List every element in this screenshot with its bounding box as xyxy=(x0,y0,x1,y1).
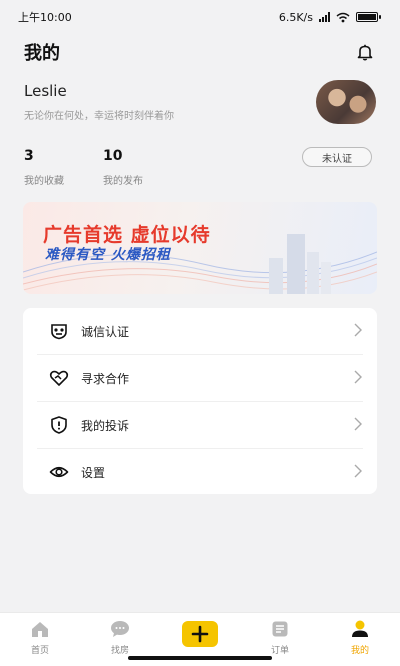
tab-find-house[interactable]: 找房 xyxy=(90,619,150,659)
stat-favorites-label: 我的收藏 xyxy=(24,176,64,187)
menu-item-cooperation[interactable]: 寻求合作 xyxy=(23,355,377,401)
page-header: 我的 xyxy=(24,38,376,66)
ad-banner[interactable]: 广告首选 虚位以待 难得有空 火爆招租 xyxy=(23,202,377,294)
tab-orders[interactable]: 订单 xyxy=(250,619,310,659)
home-icon xyxy=(29,619,51,639)
wifi-icon xyxy=(336,12,350,22)
status-time: 上午10:00 xyxy=(18,11,72,24)
signal-icon xyxy=(319,12,330,22)
plus-icon xyxy=(191,625,209,643)
banner-subline: 难得有空 火爆招租 xyxy=(45,247,171,263)
tab-label: 找房 xyxy=(110,646,129,656)
status-indicators: 6.5K/s xyxy=(278,10,381,24)
order-icon xyxy=(269,619,291,639)
user-motto: 无论你在何处，幸运将时刻伴着你 xyxy=(24,111,174,122)
menu-item-label: 我的投诉 xyxy=(81,419,130,433)
tab-label: 首页 xyxy=(30,646,49,656)
menu-item-settings[interactable]: 设置 xyxy=(23,449,377,495)
menu-item-label: 设置 xyxy=(81,466,106,480)
chevron-right-icon xyxy=(354,370,362,384)
tab-label: 订单 xyxy=(270,646,289,656)
menu-card: 诚信认证 寻求合作 我的投诉 设置 xyxy=(23,308,377,494)
status-bar: 上午10:00 6.5K/s xyxy=(0,0,400,34)
battery-icon xyxy=(356,12,381,22)
stat-favorites[interactable]: 3 我的收藏 xyxy=(24,148,64,187)
chevron-right-icon xyxy=(354,464,362,478)
eye-settings-icon xyxy=(49,466,69,478)
home-indicator xyxy=(128,656,272,660)
menu-item-label: 寻求合作 xyxy=(81,372,130,386)
banner-headline: 广告首选 虚位以待 xyxy=(43,224,211,246)
chat-icon xyxy=(109,619,131,639)
stat-posts-label: 我的发布 xyxy=(103,176,143,187)
menu-item-label: 诚信认证 xyxy=(81,325,130,339)
username[interactable]: Leslie xyxy=(24,82,67,100)
verify-status-badge[interactable]: 未认证 xyxy=(302,147,372,167)
avatar[interactable] xyxy=(316,80,376,124)
user-icon xyxy=(349,619,371,639)
page-title: 我的 xyxy=(24,43,60,64)
chevron-right-icon xyxy=(354,417,362,431)
chevron-right-icon xyxy=(354,323,362,337)
stat-posts-value: 10 xyxy=(103,148,123,164)
complaint-icon xyxy=(51,416,67,434)
publish-plus-button[interactable] xyxy=(182,621,218,647)
tab-home[interactable]: 首页 xyxy=(10,619,70,659)
menu-item-complaint[interactable]: 我的投诉 xyxy=(23,402,377,448)
credit-icon xyxy=(51,324,67,340)
stat-favorites-value: 3 xyxy=(24,148,34,164)
menu-item-credit[interactable]: 诚信认证 xyxy=(23,308,377,354)
net-speed: 6.5K/s xyxy=(278,10,313,24)
tab-label: 我的 xyxy=(350,646,369,656)
tab-mine[interactable]: 我的 xyxy=(330,619,390,659)
bell-icon[interactable] xyxy=(354,41,376,63)
handshake-icon xyxy=(49,370,69,386)
stat-posts[interactable]: 10 我的发布 xyxy=(103,148,143,187)
